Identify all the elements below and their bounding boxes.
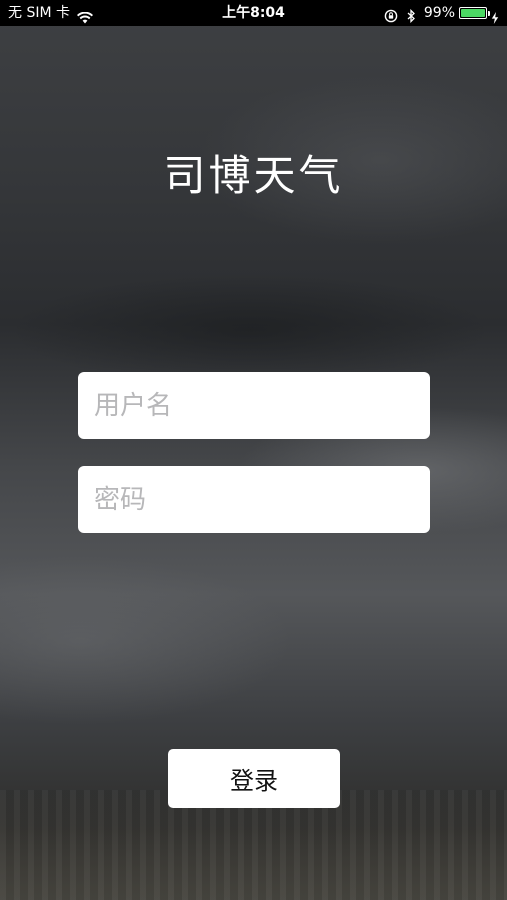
- password-field[interactable]: [78, 466, 430, 533]
- login-screen: 无 SIM 卡 上午8:04 99% 司博天气 用户名 登录: [0, 0, 507, 900]
- bluetooth-icon: [404, 6, 418, 24]
- login-button[interactable]: 登录: [168, 749, 340, 808]
- battery-icon: [459, 7, 490, 19]
- battery-percent: 99%: [423, 5, 455, 21]
- lock-rotation-icon: [384, 6, 398, 23]
- status-right: 99%: [384, 0, 499, 26]
- status-bar: 无 SIM 卡 上午8:04 99%: [0, 0, 507, 26]
- password-input[interactable]: [94, 466, 414, 533]
- charging-icon: [491, 7, 499, 24]
- username-field[interactable]: [78, 372, 430, 439]
- battery-fill: [461, 9, 485, 17]
- username-input[interactable]: [94, 372, 414, 439]
- app-title: 司博天气: [163, 151, 344, 200]
